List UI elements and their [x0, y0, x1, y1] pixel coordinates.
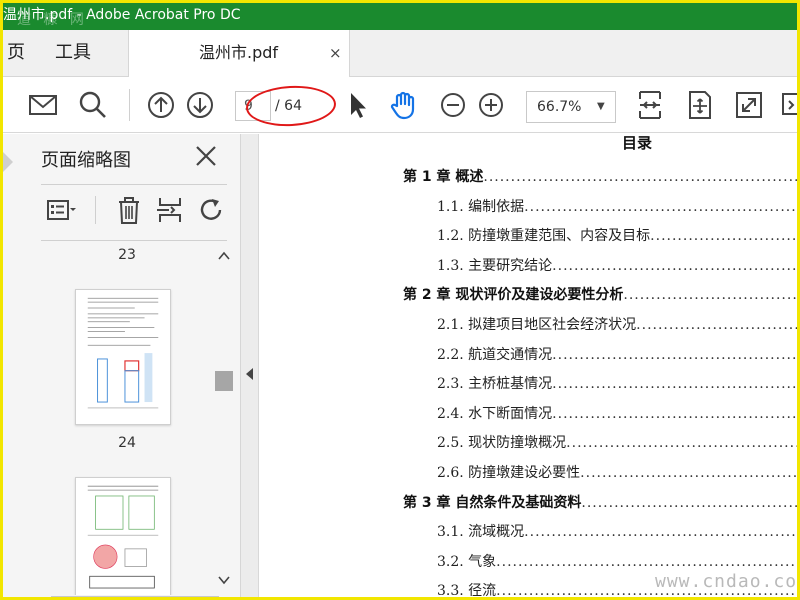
- thumbnail-list: 23 24: [41, 241, 213, 595]
- hand-tool-icon[interactable]: [388, 89, 420, 121]
- toc-entry-text: 2.1. 拟建项目地区社会经济状况: [437, 317, 637, 333]
- horizontal-scrollbar[interactable]: [51, 596, 219, 597]
- close-tab-button[interactable]: ×: [329, 30, 342, 76]
- toc-leader-dots: ........................................…: [566, 435, 797, 452]
- zoom-level-value: 66.7%: [537, 99, 582, 115]
- toc-chapter-entry[interactable]: 第 3 章 自然条件及基础资料.........................…: [260, 492, 797, 514]
- toc-section-entry[interactable]: 2.3. 主桥桩基情况.............................…: [260, 373, 797, 395]
- toc-chapter-entry[interactable]: 第 1 章 概述................................…: [260, 166, 797, 188]
- zoom-level-select[interactable]: 66.7% ▼: [526, 91, 616, 123]
- toc-leader-dots: ........................................…: [623, 287, 797, 304]
- tab-row: 页 工具 温州市.pdf ×: [3, 30, 797, 77]
- toc-leader-dots: ........................................…: [650, 228, 797, 245]
- thumbnail-image: [87, 297, 159, 409]
- toc-entry-text: 第 3 章 自然条件及基础资料: [403, 494, 582, 511]
- page-number-input[interactable]: 9: [235, 91, 271, 121]
- thumbnail-page-24[interactable]: [75, 289, 171, 425]
- close-panel-icon[interactable]: [193, 143, 219, 169]
- thumbnail-options-icon[interactable]: [45, 194, 77, 226]
- toc-leader-dots: ........................................…: [581, 494, 797, 511]
- toc-leader-dots: ........................................…: [524, 198, 797, 215]
- toc-section-entry[interactable]: 2.6. 防撞墩建设必要性...........................…: [260, 462, 797, 484]
- email-icon[interactable]: [27, 89, 59, 121]
- toc-entry-text: 2.2. 航道交通情况: [437, 346, 553, 363]
- toolbar-divider: [95, 196, 96, 224]
- divider: [41, 184, 227, 185]
- toc-section-entry[interactable]: 1.2. 防撞墩重建范围、内容及目标......................…: [260, 225, 797, 247]
- toc-entry-text: 2.4. 水下断面情况: [437, 405, 553, 422]
- toc-entry-text: 2.5. 现状防撞墩概况: [437, 435, 567, 452]
- toc-leader-dots: ........................................…: [552, 257, 797, 274]
- toc-section-entry[interactable]: 1.3. 主要研究结论.............................…: [260, 255, 797, 277]
- toc-section-entry[interactable]: 2.4. 水下断面情况.............................…: [260, 403, 797, 425]
- toc-leader-dots: ........................................…: [483, 169, 797, 185]
- chevron-down-icon[interactable]: ▼: [597, 92, 605, 122]
- toc-leader-dots: ........................................…: [636, 317, 797, 333]
- thumbnail-page-number: 23: [118, 247, 136, 263]
- document-tab-label: 温州市.pdf: [199, 43, 279, 62]
- fit-page-icon[interactable]: [634, 89, 666, 121]
- toc-entry-text: 第 2 章 现状评价及建设必要性分析: [403, 287, 624, 304]
- page-down-icon[interactable]: [184, 89, 216, 121]
- thumbnail-page-number: 24: [118, 435, 136, 451]
- acrobat-window: 温州市.pdf - Adobe Acrobat Pro DC 道 糠 网 页 工…: [0, 0, 800, 600]
- watermark-logo: 道 糠 网: [17, 12, 88, 28]
- select-cursor-icon[interactable]: [341, 89, 373, 121]
- page-up-icon[interactable]: [145, 89, 177, 121]
- tab-tools[interactable]: 工具: [55, 30, 91, 77]
- scrollbar-thumb[interactable]: [215, 371, 233, 391]
- delete-page-icon[interactable]: [113, 194, 145, 226]
- site-watermark: www.cndao.com: [655, 571, 800, 592]
- toc-entry-text: 1.3. 主要研究结论: [437, 257, 553, 274]
- toolbar: 9 / 64 66.7% ▼: [3, 77, 797, 133]
- zoom-out-icon[interactable]: [437, 89, 469, 121]
- toc-leader-dots: ........................................…: [524, 524, 797, 541]
- thumbnail-page-25[interactable]: [75, 477, 171, 595]
- toc-entry-text: 3.1. 流域概况: [437, 524, 525, 541]
- toc-leader-dots: ........................................…: [580, 465, 797, 481]
- panel-title: 页面缩略图: [41, 150, 131, 171]
- tab-document[interactable]: 温州市.pdf ×: [128, 30, 350, 77]
- insert-page-icon[interactable]: [154, 194, 186, 226]
- panel-notch: [3, 152, 13, 172]
- toc-chapter-entry[interactable]: 第 2 章 现状评价及建设必要性分析......................…: [260, 284, 797, 306]
- panel-collapse-handle[interactable]: [241, 134, 259, 597]
- toc-entry-text: 2.6. 防撞墩建设必要性: [437, 465, 581, 481]
- zoom-in-icon[interactable]: [475, 89, 507, 121]
- toc-title: 目录: [622, 134, 653, 152]
- page-thumbnails-panel: 页面缩略图 23 24: [3, 134, 241, 597]
- toc-entry-text: 1.1. 编制依据: [437, 198, 525, 215]
- toc-section-entry[interactable]: 2.5. 现状防撞墩概况............................…: [260, 432, 797, 454]
- toc-entry-text: 3.3. 径流: [437, 583, 497, 600]
- toc-leader-dots: ........................................…: [552, 346, 797, 363]
- toc-section-entry[interactable]: 2.1. 拟建项目地区社会经济状况.......................…: [260, 314, 797, 336]
- toc-section-entry[interactable]: 3.1. 流域概况...............................…: [260, 521, 797, 543]
- toc-entry-text: 2.3. 主桥桩基情况: [437, 376, 553, 393]
- rotate-page-icon[interactable]: [196, 194, 228, 226]
- thumbnail-image: [87, 485, 159, 589]
- toolbar-divider: [129, 89, 130, 121]
- toc-entry-text: 3.2. 气象: [437, 553, 497, 570]
- toc-section-entry[interactable]: 2.2. 航道交通情况.............................…: [260, 344, 797, 366]
- pan-zoom-icon[interactable]: [684, 89, 716, 121]
- tab-home[interactable]: 页: [7, 30, 25, 77]
- page-total-label: / 64: [275, 98, 302, 114]
- collapse-arrow-icon[interactable]: [246, 368, 253, 380]
- toc-section-entry[interactable]: 1.1. 编制依据...............................…: [260, 196, 797, 218]
- toc-leader-dots: ........................................…: [496, 553, 797, 570]
- toc-leader-dots: ........................................…: [552, 376, 797, 393]
- toc-entry-text: 1.2. 防撞墩重建范围、内容及目标: [437, 228, 651, 245]
- toc-entry-text: 第 1 章 概述: [403, 169, 484, 185]
- full-screen-icon[interactable]: [733, 89, 765, 121]
- toc-section-entry[interactable]: 3.2. 气象.................................…: [260, 551, 797, 573]
- toc-leader-dots: ........................................…: [552, 405, 797, 422]
- document-view[interactable]: 目录 第 1 章 概述.............................…: [260, 134, 797, 600]
- thumbnail-scrollbar[interactable]: [213, 241, 235, 595]
- search-icon[interactable]: [77, 89, 109, 121]
- title-bar: 温州市.pdf - Adobe Acrobat Pro DC 道 糠 网: [3, 3, 797, 30]
- read-mode-icon[interactable]: [779, 89, 797, 121]
